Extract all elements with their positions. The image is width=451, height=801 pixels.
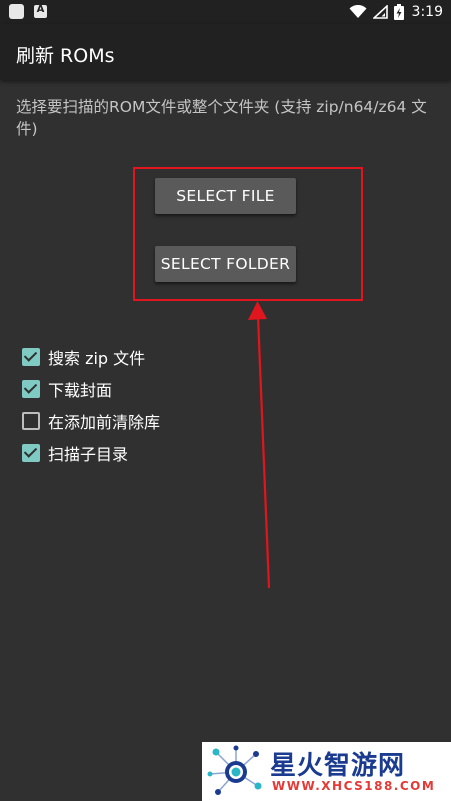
- option-label: 搜索 zip 文件: [48, 349, 146, 368]
- network-logo-icon: [207, 745, 262, 795]
- page-title: 刷新 ROMs: [16, 45, 115, 67]
- status-bar: 3:19: [0, 0, 451, 24]
- battery-charging-icon: [393, 4, 404, 20]
- option-label: 下载封面: [48, 381, 113, 400]
- option-search-zip[interactable]: 搜索 zip 文件: [22, 345, 145, 369]
- option-scan-subdirs[interactable]: 扫描子目录: [22, 441, 128, 465]
- checkbox-checked-icon[interactable]: [22, 348, 40, 366]
- app-icon: [9, 4, 24, 19]
- option-clear-library[interactable]: 在添加前清除库: [22, 409, 160, 433]
- a-icon: [34, 4, 47, 18]
- option-label: 在添加前清除库: [48, 413, 161, 432]
- status-time: 3:19: [411, 4, 443, 20]
- wifi-icon: [349, 5, 367, 18]
- watermark-url: WWW.XHCS188.COM: [272, 779, 436, 793]
- screen: 3:19 刷新 ROMs 选择要扫描的ROM文件或整个文件夹 (支持 zip/n…: [0, 0, 451, 801]
- checkbox-checked-icon[interactable]: [22, 444, 40, 462]
- watermark-text: 星火智游网: [270, 751, 406, 781]
- watermark: 星火智游网 WWW.XHCS188.COM: [202, 742, 451, 801]
- app-bar: 刷新 ROMs: [0, 24, 451, 80]
- checkbox-unchecked-icon[interactable]: [22, 412, 40, 430]
- status-icons: 3:19: [349, 0, 443, 24]
- highlight-box: [133, 167, 363, 301]
- signal-icon: [372, 5, 388, 19]
- option-label: 扫描子目录: [48, 445, 129, 464]
- scan-description: 选择要扫描的ROM文件或整个文件夹 (支持 zip/n64/z64 文件): [16, 98, 427, 138]
- option-download-covers[interactable]: 下载封面: [22, 377, 112, 401]
- annotation-arrow: [248, 301, 271, 589]
- checkbox-checked-icon[interactable]: [22, 380, 40, 398]
